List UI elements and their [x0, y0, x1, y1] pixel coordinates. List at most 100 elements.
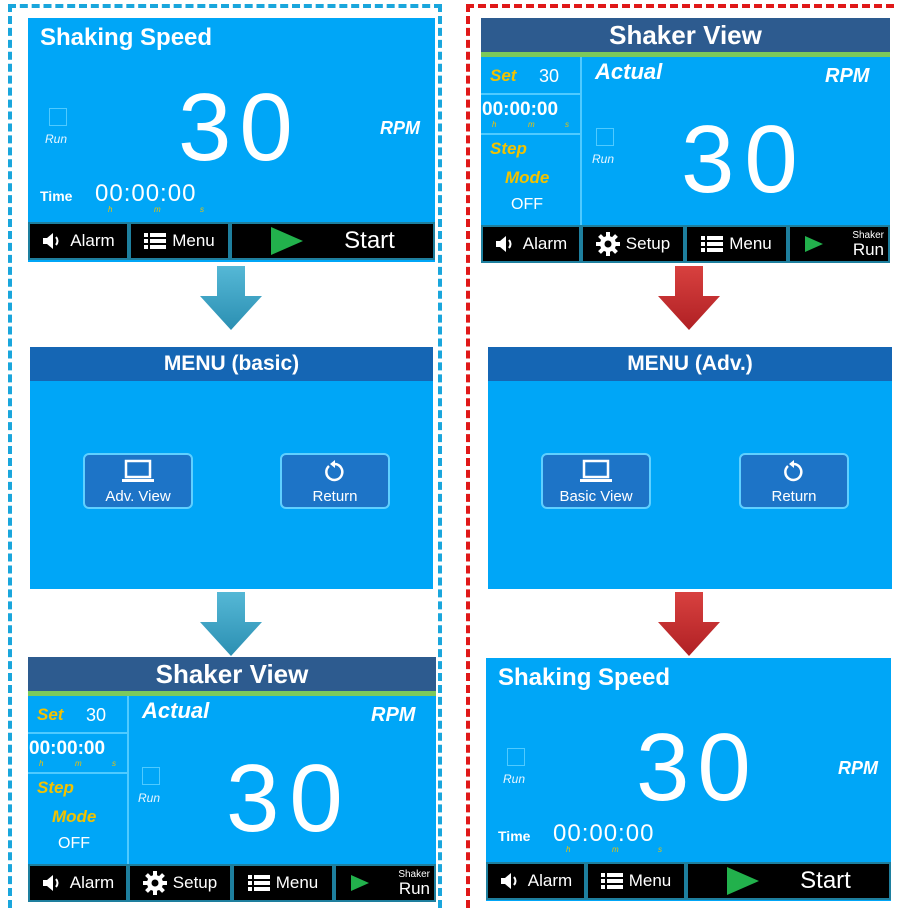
basic-view-label: Basic View — [559, 488, 633, 505]
minutes-unit: m — [528, 120, 535, 129]
rpm-unit: RPM — [825, 65, 870, 87]
speed-value: 30 — [178, 74, 301, 181]
hours-unit: h — [566, 845, 571, 854]
run-indicator — [507, 748, 525, 766]
menu-basic-screen: MENU (basic) Adv. View Return — [30, 347, 433, 589]
setup-button[interactable]: Setup — [128, 864, 232, 902]
mode-value: OFF — [511, 196, 543, 213]
menu-button[interactable]: Menu — [685, 225, 788, 263]
menu-label: Menu — [729, 234, 772, 253]
menu-adv-screen: MENU (Adv.) Basic View Return — [488, 347, 892, 589]
menu-button[interactable]: Menu — [232, 864, 334, 902]
time-value: 00:00:00 — [29, 738, 106, 759]
screen-title: Shaking Speed — [498, 664, 671, 691]
time-label: Time — [40, 188, 73, 204]
alarm-label: Alarm — [70, 231, 115, 250]
play-icon — [726, 866, 760, 896]
minutes-unit: m — [154, 205, 161, 214]
alarm-button[interactable]: Alarm — [28, 222, 129, 260]
seconds-unit: s — [200, 205, 204, 214]
return-icon — [741, 459, 847, 485]
menu-button[interactable]: Menu — [586, 862, 686, 900]
start-label: Start — [344, 227, 395, 254]
return-label: Return — [771, 488, 817, 505]
alarm-button[interactable]: Alarm — [486, 862, 586, 900]
status-panel: Set 30 00:00:00 h m s Step Mode OFF — [28, 696, 129, 864]
list-icon — [701, 235, 724, 253]
setup-button[interactable]: Setup — [581, 225, 685, 263]
alarm-button[interactable]: Alarm — [28, 864, 128, 902]
button-bar: Alarm Setup Menu Shaker Run — [481, 225, 890, 263]
divider — [481, 133, 582, 135]
start-button[interactable]: Start — [686, 862, 891, 900]
time-value: 00:00:00 — [95, 180, 197, 207]
shaker-run-button[interactable]: Shaker Run — [334, 864, 436, 902]
status-panel: Set 30 00:00:00 h m s Step Mode OFF — [481, 57, 582, 225]
menu-button[interactable]: Menu — [129, 222, 230, 260]
basic-view-button[interactable]: Basic View — [541, 453, 651, 509]
seconds-unit: s — [658, 845, 662, 854]
play-icon — [270, 226, 304, 256]
list-icon — [144, 232, 167, 250]
divider — [28, 772, 129, 774]
set-label: Set — [37, 705, 64, 724]
run-indicator — [596, 128, 614, 146]
seconds-unit: s — [112, 759, 116, 768]
divider — [481, 93, 582, 95]
setup-label: Setup — [172, 873, 218, 892]
seconds-unit: s — [565, 120, 569, 129]
shaker-view-screen: Shaker View Set 30 00:00:00 h m s Step M… — [28, 657, 436, 902]
down-arrow-icon — [658, 266, 720, 330]
adv-view-button[interactable]: Adv. View — [83, 453, 193, 509]
run-button-label: Run — [852, 239, 884, 259]
screen-title: Shaker View — [28, 657, 436, 691]
play-icon — [804, 235, 824, 253]
hours-unit: h — [39, 759, 44, 768]
play-icon — [350, 874, 370, 892]
return-label: Return — [312, 488, 358, 505]
start-button[interactable]: Start — [230, 222, 435, 260]
rpm-unit: RPM — [838, 758, 878, 778]
setup-label: Setup — [625, 234, 671, 253]
return-button[interactable]: Return — [739, 453, 849, 509]
actual-label: Actual — [142, 698, 210, 723]
return-button[interactable]: Return — [280, 453, 390, 509]
speaker-icon — [500, 872, 522, 890]
mode-value: OFF — [58, 835, 90, 852]
run-indicator — [49, 108, 67, 126]
alarm-button[interactable]: Alarm — [481, 225, 581, 263]
button-bar: Alarm Setup Menu Shaker Run — [28, 864, 436, 902]
laptop-icon — [85, 459, 191, 485]
basic-view-screen: Shaking Speed 30 RPM Run Time 00:00:00 h… — [486, 658, 891, 901]
button-bar: Alarm Menu Start — [486, 862, 891, 900]
minutes-unit: m — [75, 759, 82, 768]
menu-label: Menu — [172, 231, 215, 250]
shaker-run-button[interactable]: Shaker Run — [788, 225, 890, 263]
shaker-view-screen: Shaker View Set 30 00:00:00 h m s Step M… — [481, 18, 890, 263]
time-value: 00:00:00 — [482, 99, 559, 120]
gear-icon — [595, 232, 620, 256]
list-icon — [600, 872, 623, 890]
mode-label: Mode — [505, 168, 550, 187]
step-label: Step — [490, 139, 527, 158]
speed-value: 30 — [681, 106, 808, 213]
run-label: Run — [503, 772, 526, 786]
set-value: 30 — [539, 66, 560, 86]
screen-title: Shaking Speed — [40, 24, 213, 51]
return-icon — [282, 459, 388, 485]
run-indicator — [142, 767, 160, 785]
speaker-icon — [42, 232, 64, 250]
minutes-unit: m — [612, 845, 619, 854]
mode-label: Mode — [52, 807, 97, 826]
speed-value: 30 — [636, 714, 759, 821]
list-icon — [247, 874, 270, 892]
menu-label: Menu — [275, 873, 319, 892]
speed-value: 30 — [226, 745, 353, 852]
actual-label: Actual — [595, 59, 663, 84]
screen-title: Shaker View — [481, 18, 890, 52]
hours-unit: h — [108, 205, 113, 214]
set-label: Set — [490, 66, 517, 85]
speaker-icon — [495, 235, 517, 253]
rpm-unit: RPM — [380, 118, 420, 138]
run-label: Run — [592, 152, 615, 166]
